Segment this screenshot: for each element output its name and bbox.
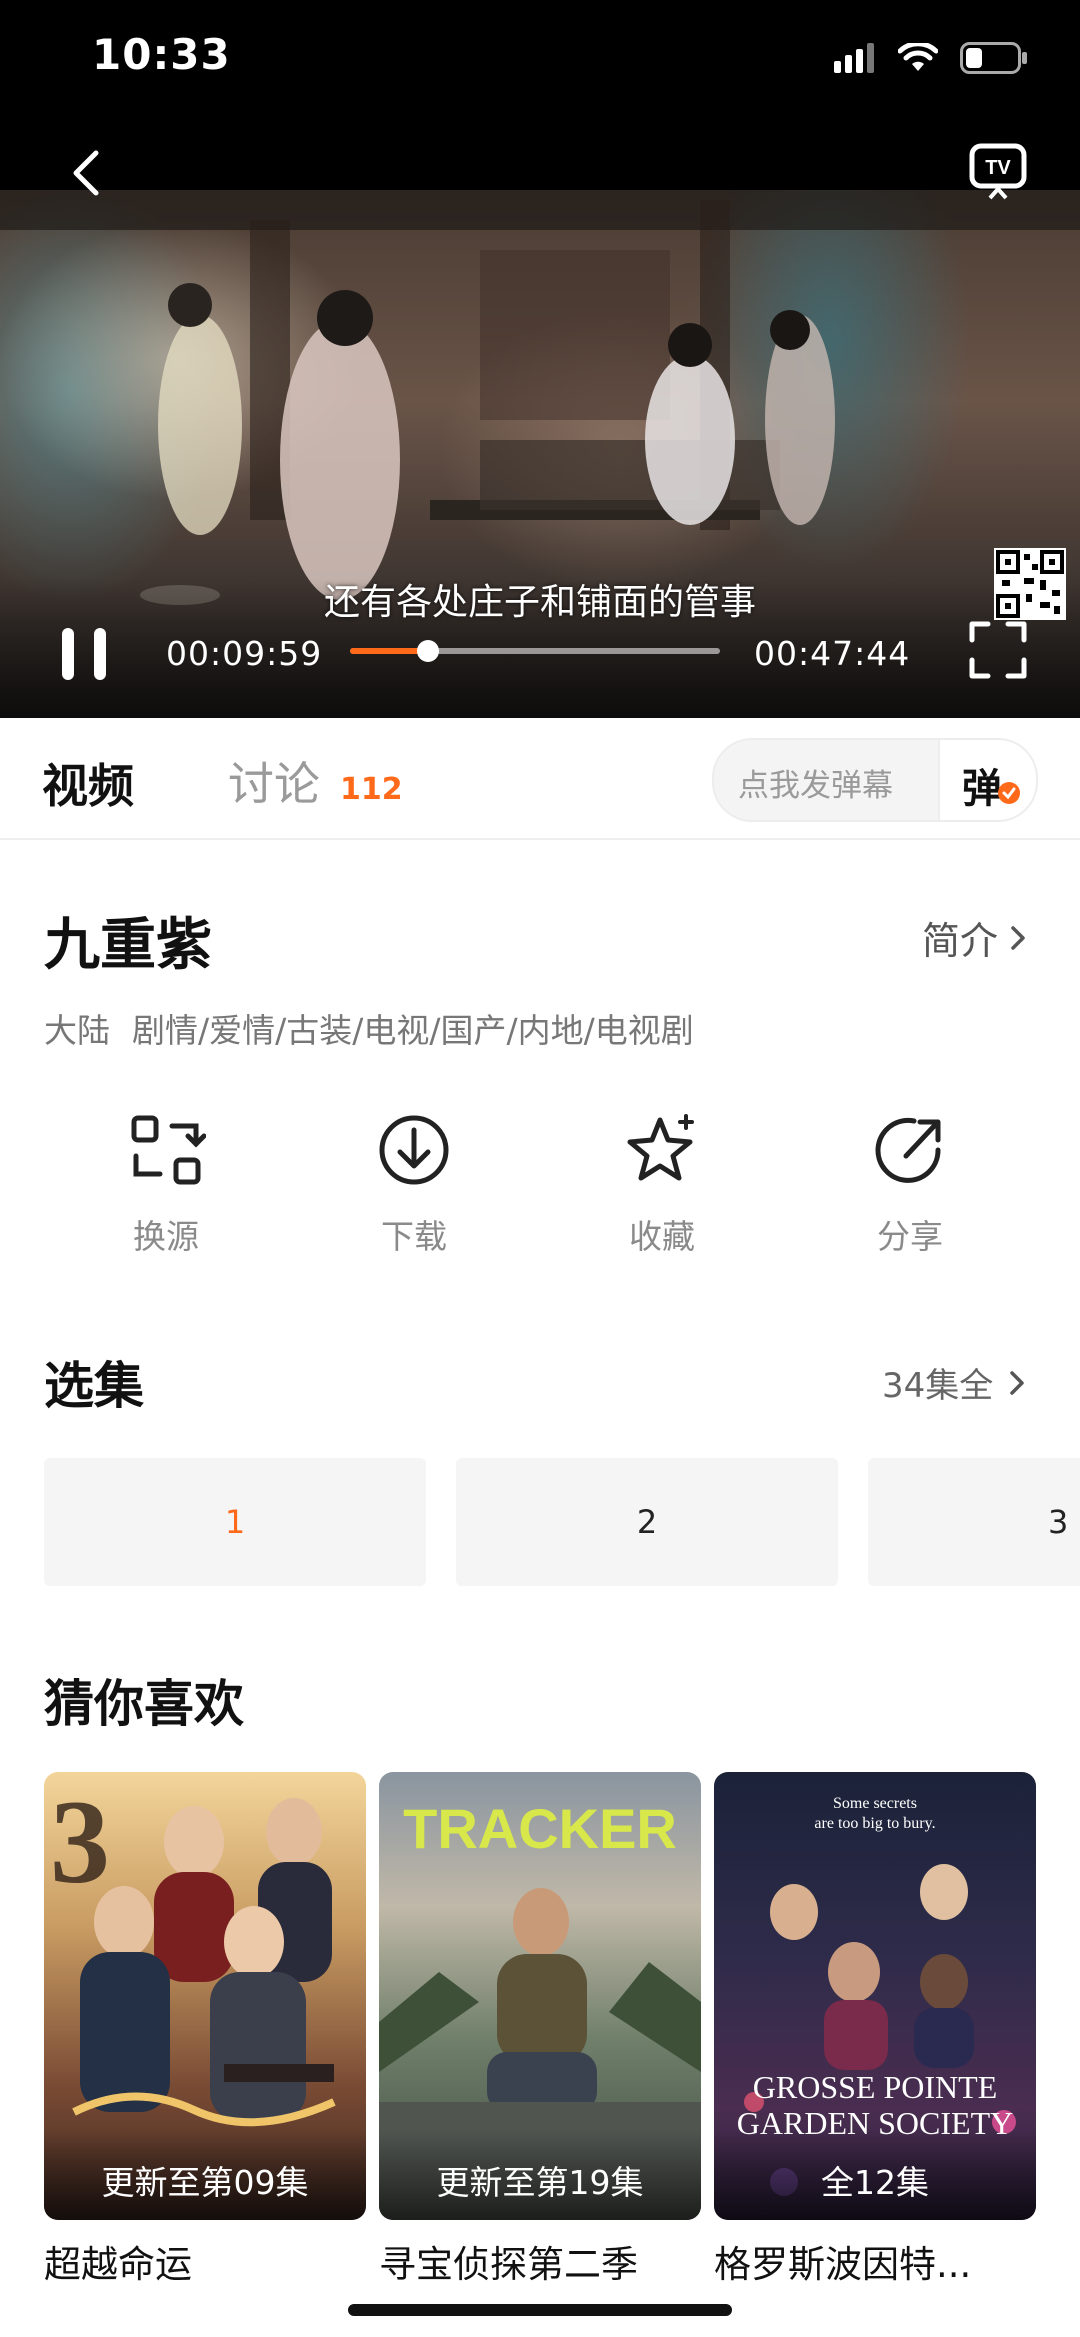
svg-text:3: 3 — [50, 1775, 110, 1908]
progress-bar[interactable] — [350, 640, 720, 662]
episodes-count: 34集全 — [882, 1366, 994, 1406]
action-label: 换源 — [133, 1217, 199, 1256]
show-tags: 大陆 剧情/爱情/古装/电视/国产/内地/电视剧 — [44, 1004, 694, 1052]
episodes-all-link[interactable]: 34集全 — [882, 1358, 1027, 1407]
episode-1[interactable]: 1 — [44, 1458, 426, 1586]
episode-2[interactable]: 2 — [456, 1458, 838, 1586]
svg-text:Some secrets: Some secrets — [833, 1795, 917, 1812]
danmu-check-icon — [998, 782, 1020, 804]
poster-title-text: TRACKER — [403, 1797, 677, 1860]
intro-label: 简介 — [922, 919, 999, 963]
poster-badge: 更新至第09集 — [101, 2163, 309, 2202]
battery-icon — [960, 42, 1027, 74]
tv-cast-button[interactable]: TV — [968, 142, 1028, 200]
episodes-title: 选集 — [44, 1357, 144, 1415]
status-icons — [834, 38, 1028, 78]
danmu-toggle-button[interactable]: 弹 — [938, 740, 1036, 820]
action-label: 下载 — [381, 1217, 447, 1256]
tab-discuss[interactable]: 讨论 — [228, 748, 320, 814]
action-label: 收藏 — [629, 1217, 695, 1256]
recommend-item-title: 超越命运 — [44, 2243, 192, 2286]
danmu-bar: 点我发弹幕 弹 — [712, 738, 1038, 822]
danmu-input[interactable]: 点我发弹幕 — [738, 760, 893, 805]
current-time: 00:09:59 — [166, 634, 323, 673]
download-icon — [379, 1115, 449, 1185]
danmu-button-label: 弹 — [962, 766, 1002, 812]
pause-button[interactable] — [58, 628, 112, 682]
chevron-right-icon — [1011, 925, 1025, 950]
poster-badge: 全12集 — [821, 2163, 929, 2202]
favorite-button[interactable]: 收藏 — [582, 1110, 742, 1280]
video-player[interactable] — [0, 190, 1080, 718]
show-genres: 剧情/爱情/古装/电视/国产/内地/电视剧 — [132, 1011, 694, 1050]
svg-text:are too big to bury.: are too big to bury. — [814, 1815, 935, 1832]
recommend-item[interactable]: Some secrets are too big to bury. GROSSE… — [714, 1772, 1036, 2288]
progress-thumb[interactable] — [416, 640, 439, 662]
download-button[interactable]: 下载 — [334, 1110, 494, 1280]
switch-source-icon — [131, 1115, 206, 1185]
wifi-icon — [898, 43, 938, 71]
fullscreen-button[interactable] — [968, 620, 1028, 680]
status-time: 10:33 — [92, 30, 231, 79]
show-title: 九重紫 — [44, 913, 212, 978]
favorite-star-icon — [627, 1114, 694, 1181]
action-row: 换源 下载 收藏 分享 — [0, 1110, 1080, 1280]
tab-video[interactable]: 视频 — [42, 750, 134, 816]
poster-badge: 更新至第19集 — [436, 2163, 644, 2202]
top-bar — [0, 0, 1080, 190]
svg-text:GROSSE POINTE: GROSSE POINTE — [753, 2069, 997, 2105]
action-label: 分享 — [877, 1217, 943, 1256]
poster-image: 3 更新至第09集 — [44, 1772, 366, 2220]
back-button[interactable] — [62, 145, 112, 201]
switch-source-button[interactable]: 换源 — [86, 1110, 246, 1280]
recommend-item[interactable]: TRACKER 更新至第19集 寻宝侦探第二季 — [379, 1772, 701, 2288]
show-region: 大陆 — [44, 1011, 110, 1050]
share-icon — [875, 1117, 941, 1183]
svg-text:TV: TV — [985, 157, 1011, 179]
episode-3[interactable]: 3 — [868, 1458, 1080, 1586]
episode-list: 1 2 3 — [0, 1458, 1080, 1588]
home-indicator — [348, 2304, 732, 2316]
poster-image: Some secrets are too big to bury. GROSSE… — [714, 1772, 1036, 2220]
discuss-count-badge: 112 — [340, 772, 403, 807]
intro-link[interactable]: 简介 — [922, 910, 1028, 965]
recommend-item-title: 寻宝侦探第二季 — [379, 2243, 638, 2286]
recommend-item-title: 格罗斯波因特... — [714, 2243, 972, 2286]
video-subtitle: 还有各处庄子和铺面的管事 — [323, 582, 756, 623]
recommend-title: 猜你喜欢 — [44, 1675, 244, 1733]
recommend-item[interactable]: 3 更新至第09集 超越命运 — [44, 1772, 366, 2288]
chevron-right-icon — [1010, 1370, 1025, 1395]
poster-image: TRACKER 更新至第19集 — [379, 1772, 701, 2220]
signal-icon — [834, 43, 874, 73]
tab-bar: 视频 讨论 112 点我发弹幕 弹 — [0, 718, 1080, 840]
qr-code-watermark — [994, 548, 1066, 620]
share-button[interactable]: 分享 — [830, 1110, 990, 1280]
recommend-list: 3 更新至第09集 超越命运 TRACKER 更新至第19集 寻宝侦探第二季 S… — [0, 1772, 1080, 2292]
total-time: 00:47:44 — [754, 634, 911, 673]
